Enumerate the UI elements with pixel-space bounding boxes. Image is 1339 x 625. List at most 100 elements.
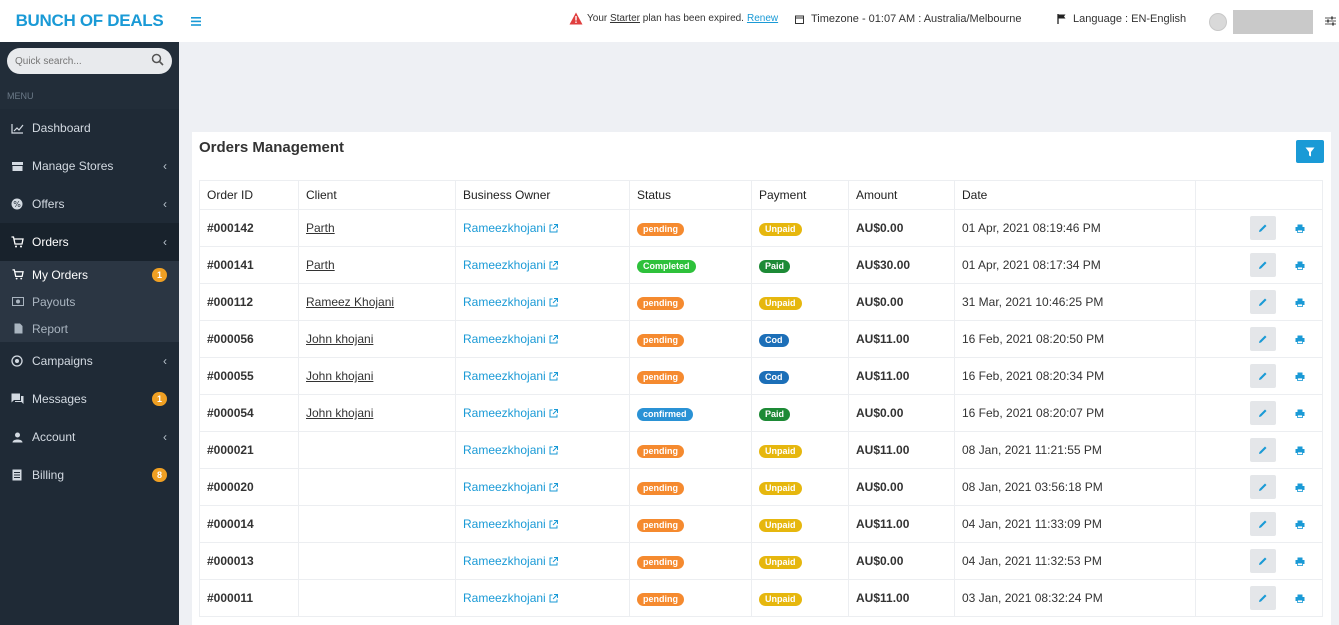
edit-button[interactable] [1250,586,1276,610]
sidebar-item-billing[interactable]: Billing 8 [0,456,179,494]
order-id[interactable]: #000021 [199,431,299,469]
client-link[interactable] [298,468,456,506]
client-link[interactable]: John khojani [298,394,456,432]
sidebar-item-orders[interactable]: Orders ‹ [0,223,179,261]
column-header[interactable]: Business Owner [455,180,630,210]
order-id[interactable]: #000013 [199,542,299,580]
brand-logo[interactable]: BUNCH OF DEALS [0,0,179,42]
sidebar-item-messages[interactable]: Messages 1 [0,380,179,418]
business-owner-link[interactable]: Rameezkhojani [463,369,546,383]
column-header[interactable]: Order ID [199,180,299,210]
edit-button[interactable] [1250,327,1276,351]
user-name-redacted[interactable] [1233,10,1313,34]
sidebar-item-account[interactable]: Account ‹ [0,418,179,456]
print-button[interactable] [1292,516,1308,532]
sidebar-item-payouts[interactable]: Payouts [0,288,179,315]
edit-button[interactable] [1250,512,1276,536]
cart-icon [12,269,24,280]
external-link-icon[interactable] [549,224,559,233]
search-icon[interactable] [151,53,164,69]
edit-button[interactable] [1250,438,1276,462]
print-button[interactable] [1292,553,1308,569]
sidebar-item-manage-stores[interactable]: Manage Stores ‹ [0,147,179,185]
order-id[interactable]: #000011 [199,579,299,617]
edit-button[interactable] [1250,216,1276,240]
client-link[interactable]: Rameez Khojani [298,283,456,321]
client-link[interactable]: Parth [298,209,456,247]
print-button[interactable] [1292,479,1308,495]
column-header[interactable]: Amount [848,180,955,210]
print-button[interactable] [1292,294,1308,310]
column-header[interactable]: Status [629,180,752,210]
external-link-icon[interactable] [549,557,559,566]
pencil-icon [1258,260,1268,270]
print-button[interactable] [1292,442,1308,458]
business-owner-link[interactable]: Rameezkhojani [463,332,546,346]
edit-button[interactable] [1250,364,1276,388]
external-link-icon[interactable] [549,298,559,307]
search-input[interactable] [15,55,125,67]
edit-button[interactable] [1250,549,1276,573]
sliders-icon[interactable] [1325,16,1336,29]
sidebar-item-my-orders[interactable]: My Orders 1 [0,261,179,288]
business-owner-link[interactable]: Rameezkhojani [463,221,546,235]
order-id[interactable]: #000141 [199,246,299,284]
print-button[interactable] [1292,405,1308,421]
filter-button[interactable] [1296,140,1324,163]
user-menu[interactable] [1209,10,1336,34]
client-link[interactable] [298,431,456,469]
external-link-icon[interactable] [549,483,559,492]
column-header[interactable]: Client [298,180,456,210]
order-id[interactable]: #000020 [199,468,299,506]
avatar[interactable] [1209,13,1227,31]
external-link-icon[interactable] [549,372,559,381]
sidebar-item-dashboard[interactable]: Dashboard [0,109,179,147]
order-id[interactable]: #000056 [199,320,299,358]
order-id[interactable]: #000014 [199,505,299,543]
business-owner-link[interactable]: Rameezkhojani [463,517,546,531]
client-link[interactable] [298,505,456,543]
order-id[interactable]: #000055 [199,357,299,395]
order-id[interactable]: #000142 [199,209,299,247]
edit-button[interactable] [1250,253,1276,277]
external-link-icon[interactable] [549,520,559,529]
column-header[interactable]: Date [954,180,1196,210]
business-owner-link[interactable]: Rameezkhojani [463,591,546,605]
client-link[interactable]: John khojani [298,357,456,395]
client-link[interactable]: John khojani [298,320,456,358]
renew-link[interactable]: Renew [747,13,778,24]
external-link-icon[interactable] [549,409,559,418]
client-link[interactable]: Parth [298,246,456,284]
sidebar-item-offers[interactable]: % Offers ‹ [0,185,179,223]
external-link-icon[interactable] [549,335,559,344]
print-button[interactable] [1292,590,1308,606]
sidebar-item-report[interactable]: Report [0,315,179,342]
edit-button[interactable] [1250,401,1276,425]
edit-button[interactable] [1250,475,1276,499]
order-id[interactable]: #000112 [199,283,299,321]
business-owner-link[interactable]: Rameezkhojani [463,480,546,494]
business-owner-link[interactable]: Rameezkhojani [463,443,546,457]
external-link-icon[interactable] [549,446,559,455]
language-selector[interactable]: Language : EN-English [1057,13,1186,25]
business-owner-link[interactable]: Rameezkhojani [463,554,546,568]
client-link[interactable] [298,579,456,617]
business-owner-link[interactable]: Rameezkhojani [463,406,546,420]
external-link-icon[interactable] [549,261,559,270]
status-cell: pending [629,579,752,617]
orders-table: Order ID Client Business Owner Status Pa… [199,180,1323,617]
business-owner-link[interactable]: Rameezkhojani [463,258,546,272]
hamburger-icon[interactable] [191,13,201,29]
amount: AU$30.00 [848,246,955,284]
business-owner-link[interactable]: Rameezkhojani [463,295,546,309]
column-header[interactable]: Payment [751,180,849,210]
print-button[interactable] [1292,331,1308,347]
print-button[interactable] [1292,220,1308,236]
client-link[interactable] [298,542,456,580]
sidebar-item-campaigns[interactable]: Campaigns ‹ [0,342,179,380]
external-link-icon[interactable] [549,594,559,603]
print-button[interactable] [1292,257,1308,273]
edit-button[interactable] [1250,290,1276,314]
print-button[interactable] [1292,368,1308,384]
order-id[interactable]: #000054 [199,394,299,432]
